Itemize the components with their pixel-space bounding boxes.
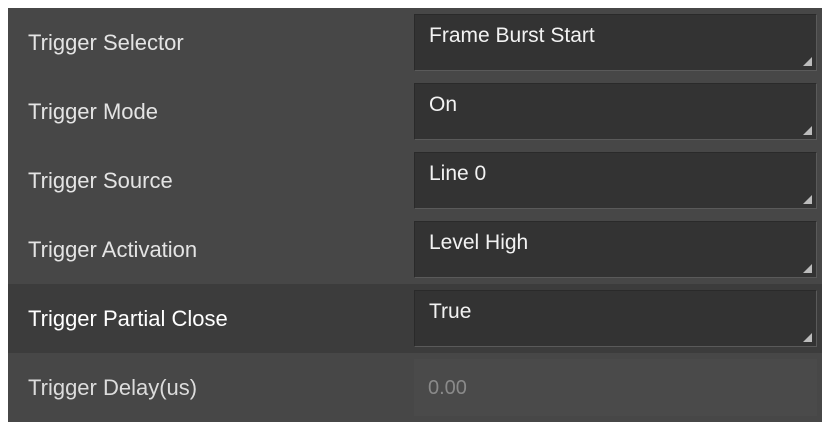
param-label: Trigger Mode bbox=[28, 99, 159, 124]
dropdown-corner-icon bbox=[803, 195, 812, 204]
dropdown-value: Frame Burst Start bbox=[429, 24, 595, 47]
param-row-trigger-mode: Trigger Mode On bbox=[8, 77, 822, 146]
trigger-partial-close-dropdown[interactable]: True bbox=[414, 290, 817, 347]
param-row-trigger-delay: Trigger Delay(us) 0.00 bbox=[8, 353, 822, 422]
param-row-trigger-partial-close: Trigger Partial Close True bbox=[8, 284, 822, 353]
param-label: Trigger Activation bbox=[28, 237, 198, 262]
dropdown-corner-icon bbox=[803, 264, 812, 273]
dropdown-value: On bbox=[429, 93, 458, 116]
trigger-activation-dropdown[interactable]: Level High bbox=[414, 221, 817, 278]
param-label: Trigger Partial Close bbox=[28, 306, 228, 331]
trigger-source-dropdown[interactable]: Line 0 bbox=[414, 152, 817, 209]
param-label: Trigger Selector bbox=[28, 30, 184, 55]
trigger-delay-input: 0.00 bbox=[414, 359, 817, 416]
trigger-mode-dropdown[interactable]: On bbox=[414, 83, 817, 140]
param-label: Trigger Source bbox=[28, 168, 173, 193]
dropdown-value: True bbox=[429, 300, 472, 323]
trigger-selector-dropdown[interactable]: Frame Burst Start bbox=[414, 14, 817, 71]
param-row-trigger-activation: Trigger Activation Level High bbox=[8, 215, 822, 284]
param-label: Trigger Delay(us) bbox=[28, 375, 198, 400]
dropdown-corner-icon bbox=[803, 126, 812, 135]
input-value: 0.00 bbox=[428, 377, 467, 399]
dropdown-corner-icon bbox=[803, 57, 812, 66]
dropdown-value: Level High bbox=[429, 231, 529, 254]
trigger-parameters-panel: Trigger Selector Frame Burst Start Trigg… bbox=[8, 8, 822, 422]
param-row-trigger-selector: Trigger Selector Frame Burst Start bbox=[8, 8, 822, 77]
param-row-trigger-source: Trigger Source Line 0 bbox=[8, 146, 822, 215]
dropdown-value: Line 0 bbox=[429, 162, 487, 185]
dropdown-corner-icon bbox=[803, 333, 812, 342]
